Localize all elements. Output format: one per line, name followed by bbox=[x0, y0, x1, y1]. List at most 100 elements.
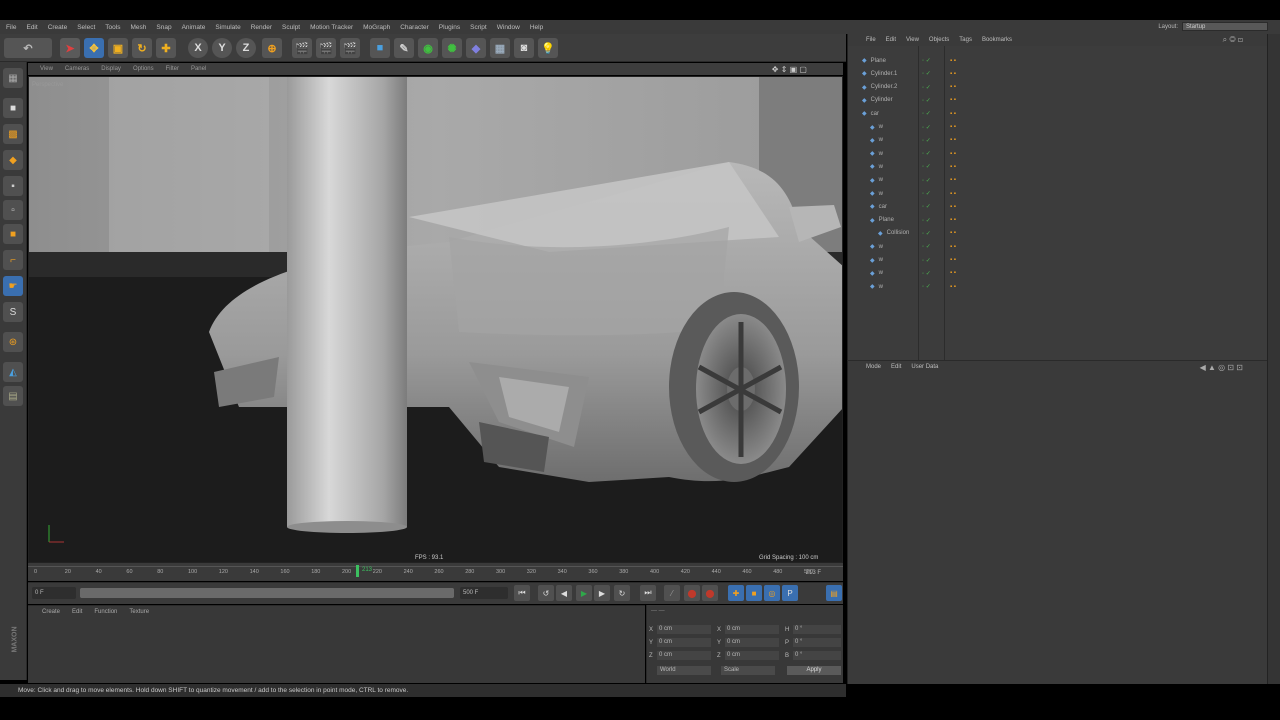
object-row[interactable]: ◆ Collision ◦ ✓ ▪ ▪ bbox=[856, 227, 1260, 240]
menu-render[interactable]: Render bbox=[251, 24, 272, 31]
make-editable-button[interactable]: ▦ bbox=[3, 68, 23, 88]
move-tool-button[interactable]: ✥ bbox=[84, 38, 104, 58]
object-row[interactable]: ◆ w ◦ ✓ ▪ ▪ bbox=[856, 147, 1260, 160]
object-row[interactable]: ◆ Cylinder ◦ ✓ ▪ ▪ bbox=[856, 94, 1260, 107]
attr-menu-mode[interactable]: Mode bbox=[866, 364, 881, 370]
tag-icon[interactable]: ▪ ▪ bbox=[950, 191, 956, 197]
rot-h-field[interactable]: 0 ° bbox=[793, 625, 841, 634]
object-name[interactable]: w bbox=[879, 164, 883, 170]
motion-record-button[interactable]: ⁄ bbox=[664, 585, 680, 601]
mat-menu-edit[interactable]: Edit bbox=[72, 609, 82, 615]
visibility-check-icon[interactable]: ◦ ✓ bbox=[922, 243, 931, 250]
end-frame-field[interactable]: 500 F bbox=[460, 587, 508, 599]
visibility-check-icon[interactable]: ◦ ✓ bbox=[922, 84, 931, 91]
object-name[interactable]: Plane bbox=[879, 217, 894, 223]
array-button[interactable]: ✺ bbox=[442, 38, 462, 58]
object-name[interactable]: w bbox=[879, 284, 883, 290]
spline-pen-button[interactable]: ✎ bbox=[394, 38, 414, 58]
object-name[interactable]: w bbox=[879, 257, 883, 263]
timeline-ruler[interactable]: 0 20 40 60 80 100 120 140 160 180 200 220 240 260 280 3… bbox=[28, 563, 843, 581]
object-row[interactable]: ◆ w ◦ ✓ ▪ ▪ bbox=[856, 121, 1260, 134]
select-tool-button[interactable]: ➤ bbox=[60, 38, 80, 58]
viewport-nav-icons[interactable]: ✥ ⇕ ▣ ▢ bbox=[772, 65, 807, 74]
live-selection-button[interactable]: ✚ bbox=[156, 38, 176, 58]
object-row[interactable]: ◆ Plane ◦ ✓ ▪ ▪ bbox=[856, 54, 1260, 67]
visibility-check-icon[interactable]: ◦ ✓ bbox=[922, 110, 931, 117]
object-name[interactable]: car bbox=[879, 204, 887, 210]
timeline-playhead[interactable] bbox=[356, 565, 359, 577]
menu-character[interactable]: Character bbox=[400, 24, 429, 31]
obj-menu-edit[interactable]: Edit bbox=[886, 37, 896, 43]
tag-icon[interactable]: ▪ ▪ bbox=[950, 164, 956, 170]
menu-window[interactable]: Window bbox=[497, 24, 520, 31]
next-key-button[interactable]: ↻ bbox=[614, 585, 630, 601]
menu-mesh[interactable]: Mesh bbox=[130, 24, 146, 31]
manager-tab-strip[interactable] bbox=[1267, 34, 1280, 684]
menu-create[interactable]: Create bbox=[48, 24, 68, 31]
x-axis-button[interactable]: X bbox=[188, 38, 208, 58]
tweak-mode-button[interactable]: ☛ bbox=[3, 276, 23, 296]
visibility-check-icon[interactable]: ◦ ✓ bbox=[922, 203, 931, 210]
menu-animate[interactable]: Animate bbox=[182, 24, 206, 31]
subdivision-button[interactable]: ◉ bbox=[418, 38, 438, 58]
edges-mode-button[interactable]: ▫ bbox=[3, 200, 23, 220]
key-parameter-button[interactable]: P bbox=[782, 585, 798, 601]
visibility-check-icon[interactable]: ◦ ✓ bbox=[922, 217, 931, 224]
obj-menu-view[interactable]: View bbox=[906, 37, 919, 43]
menu-script[interactable]: Script bbox=[470, 24, 487, 31]
scale-x-field[interactable]: 0 cm bbox=[725, 625, 779, 634]
previous-key-button[interactable]: ↺ bbox=[538, 585, 554, 601]
deformer-button[interactable]: ◆ bbox=[466, 38, 486, 58]
tag-icon[interactable]: ▪ ▪ bbox=[950, 97, 956, 103]
visibility-check-icon[interactable]: ◦ ✓ bbox=[922, 230, 931, 237]
locked-workplane-button[interactable]: ⊛ bbox=[3, 332, 23, 352]
object-name[interactable]: w bbox=[879, 124, 883, 130]
layout-select[interactable]: Startup bbox=[1182, 22, 1268, 31]
cube-button[interactable]: ■ bbox=[370, 38, 390, 58]
model-mode-button[interactable]: ■ bbox=[3, 98, 23, 118]
polygons-mode-button[interactable]: ■ bbox=[3, 224, 23, 244]
render-settings-button[interactable]: 🎬 bbox=[340, 38, 360, 58]
menu-edit[interactable]: Edit bbox=[26, 24, 37, 31]
object-row[interactable]: ◆ w ◦ ✓ ▪ ▪ bbox=[856, 187, 1260, 200]
y-axis-button[interactable]: Y bbox=[212, 38, 232, 58]
rot-b-field[interactable]: 0 ° bbox=[793, 651, 841, 660]
vp-menu-display[interactable]: Display bbox=[101, 66, 121, 72]
object-name[interactable]: w bbox=[879, 151, 883, 157]
menu-sculpt[interactable]: Sculpt bbox=[282, 24, 300, 31]
tag-icon[interactable]: ▪ ▪ bbox=[950, 244, 956, 250]
pos-x-field[interactable]: 0 cm bbox=[657, 625, 711, 634]
tag-icon[interactable]: ▪ ▪ bbox=[950, 137, 956, 143]
object-name[interactable]: car bbox=[871, 111, 879, 117]
menu-help[interactable]: Help bbox=[530, 24, 543, 31]
tag-icon[interactable]: ▪ ▪ bbox=[950, 230, 956, 236]
object-row[interactable]: ◆ w ◦ ✓ ▪ ▪ bbox=[856, 267, 1260, 280]
tag-icon[interactable]: ▪ ▪ bbox=[950, 58, 956, 64]
go-to-start-button[interactable]: ⏮ bbox=[514, 585, 530, 601]
object-row[interactable]: ◆ w ◦ ✓ ▪ ▪ bbox=[856, 254, 1260, 267]
scale-tool-button[interactable]: ▣ bbox=[108, 38, 128, 58]
menu-tools[interactable]: Tools bbox=[105, 24, 120, 31]
range-slider[interactable] bbox=[80, 588, 454, 598]
apply-button[interactable]: Apply bbox=[787, 666, 841, 675]
pos-y-field[interactable]: 0 cm bbox=[657, 638, 711, 647]
object-row[interactable]: ◆ w ◦ ✓ ▪ ▪ bbox=[856, 134, 1260, 147]
previous-frame-button[interactable]: ◀ bbox=[556, 585, 572, 601]
tag-icon[interactable]: ▪ ▪ bbox=[950, 257, 956, 263]
go-to-end-button[interactable]: ⏭ bbox=[640, 585, 656, 601]
object-row[interactable]: ◆ w ◦ ✓ ▪ ▪ bbox=[856, 240, 1260, 253]
visibility-check-icon[interactable]: ◦ ✓ bbox=[922, 190, 931, 197]
object-row[interactable]: ◆ car ◦ ✓ ▪ ▪ bbox=[856, 200, 1260, 213]
visibility-check-icon[interactable]: ◦ ✓ bbox=[922, 150, 931, 157]
tag-icon[interactable]: ▪ ▪ bbox=[950, 270, 956, 276]
object-name[interactable]: Cylinder.1 bbox=[871, 71, 898, 77]
object-row[interactable]: ◆ w ◦ ✓ ▪ ▪ bbox=[856, 174, 1260, 187]
vp-menu-filter[interactable]: Filter bbox=[166, 66, 179, 72]
visibility-check-icon[interactable]: ◦ ✓ bbox=[922, 70, 931, 77]
record-active-button[interactable]: ⬤ bbox=[684, 585, 700, 601]
object-name[interactable]: Cylinder.2 bbox=[871, 84, 898, 90]
tag-icon[interactable]: ▪ ▪ bbox=[950, 124, 956, 130]
object-name[interactable]: w bbox=[879, 244, 883, 250]
z-axis-button[interactable]: Z bbox=[236, 38, 256, 58]
object-row[interactable]: ◆ car ◦ ✓ ▪ ▪ bbox=[856, 107, 1260, 120]
